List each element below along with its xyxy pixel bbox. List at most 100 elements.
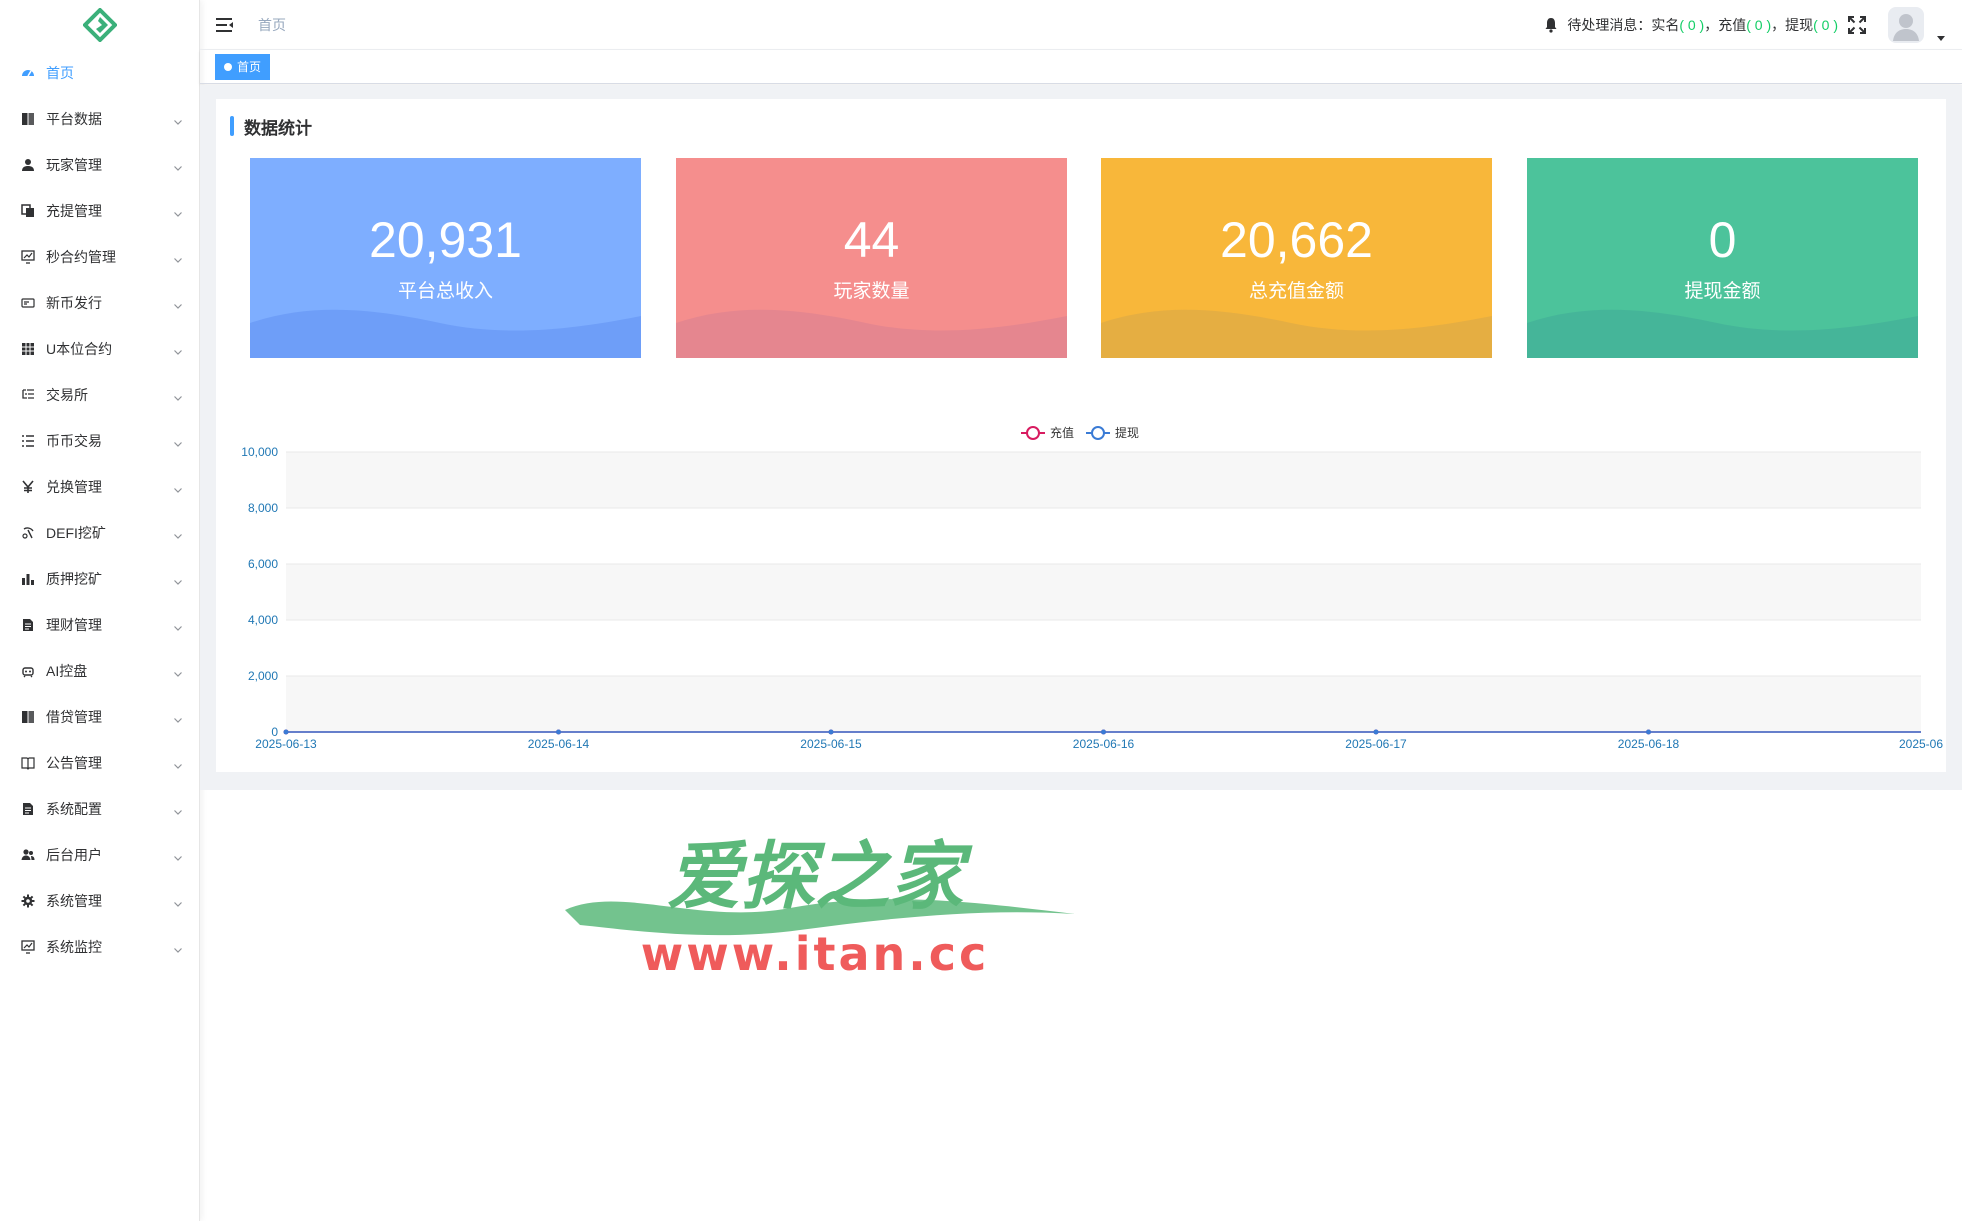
recharge-count[interactable]: ( 0 ) — [1746, 17, 1771, 33]
coin-card-icon — [20, 295, 36, 311]
wave-decoration — [1527, 309, 1918, 358]
sidebar-menu: 首页平台数据玩家管理充提管理秒合约管理新币发行 U本位合约交易所币币交易兑换管理 D… — [0, 50, 199, 970]
stat-card-revenue[interactable]: 20,931 平台总收入 — [250, 158, 641, 358]
sidebar-item-label: 系统配置 — [46, 801, 102, 817]
stat-card-players[interactable]: 44 玩家数量 — [676, 158, 1067, 358]
line-chart: 02,0004,0006,0008,00010,0002025-06-13 202… — [241, 425, 1943, 751]
pending-label: 待处理消息： — [1567, 16, 1652, 33]
withdraw-link[interactable]: 提现 — [1785, 15, 1813, 35]
sidebar-item-label: 充提管理 — [46, 203, 102, 219]
sidebar-item[interactable]: 交易所 — [0, 372, 199, 418]
sidebar-item[interactable]: 首页 — [0, 50, 199, 96]
app-logo[interactable] — [0, 0, 199, 50]
stat-label: 玩家数量 — [833, 281, 910, 302]
data-point — [1101, 729, 1106, 735]
monitor-chart-icon — [20, 249, 36, 265]
stat-value: 20,931 — [369, 212, 522, 268]
chevron-down-icon — [173, 344, 183, 355]
realname-link[interactable]: 实名 — [1651, 15, 1679, 35]
chevron-down-icon — [173, 114, 183, 125]
chevron-down-icon — [173, 758, 183, 769]
sidebar-item[interactable]: 充提管理 — [0, 188, 199, 234]
tag-home[interactable]: 首页 — [215, 53, 271, 80]
sidebar-item[interactable]: 平台数据 — [0, 96, 199, 142]
chevron-down-icon — [173, 206, 183, 217]
withdraw-count[interactable]: ( 0 ) — [1813, 17, 1838, 33]
yen-icon — [20, 479, 36, 495]
y-tick-label: 6,000 — [248, 557, 278, 571]
book-icon — [20, 111, 36, 127]
hamburger-icon[interactable] — [216, 15, 236, 35]
wave-decoration — [676, 309, 1067, 358]
x-tick-label: 2025-06 — [1899, 737, 1943, 751]
sidebar-item[interactable]: 新币发行 — [0, 280, 199, 326]
chevron-down-icon — [173, 298, 183, 309]
sidebar-item[interactable]: 兑换管理 — [0, 464, 199, 510]
sidebar-item[interactable]: 系统管理 — [0, 878, 199, 924]
data-point — [556, 729, 561, 735]
wave-decoration — [250, 309, 641, 358]
recharge-link[interactable]: 充值 — [1718, 15, 1746, 35]
sidebar-item[interactable]: 借贷管理 — [0, 694, 199, 740]
sidebar-item[interactable]: 质押挖矿 — [0, 556, 199, 602]
sidebar-item[interactable]: U本位合约 — [0, 326, 199, 372]
bell-icon[interactable] — [1543, 17, 1559, 33]
sidebar-item-label: U本位合约 — [46, 341, 113, 357]
chevron-down-icon — [173, 482, 183, 493]
document-icon — [20, 801, 36, 817]
sidebar-item[interactable]: 后台用户 — [0, 832, 199, 878]
wave-decoration — [1101, 309, 1492, 358]
sidebar-item[interactable]: 系统监控 — [0, 924, 199, 970]
sidebar-item-label: 交易所 — [46, 387, 88, 403]
sidebar: 首页平台数据玩家管理充提管理秒合约管理新币发行 U本位合约交易所币币交易兑换管理 D… — [0, 0, 200, 1221]
chevron-down-icon — [173, 436, 183, 447]
x-tick-label: 2025-06-17 — [1345, 737, 1407, 751]
sidebar-item-label: 理财管理 — [46, 617, 102, 633]
sidebar-item-label: 平台数据 — [46, 111, 102, 127]
data-point — [283, 729, 289, 735]
sidebar-item[interactable]: 理财管理 — [0, 602, 199, 648]
y-tick-label: 10,000 — [241, 445, 278, 459]
bar-chart-icon — [20, 571, 36, 587]
caret-down-icon[interactable] — [1936, 30, 1946, 41]
breadcrumb[interactable]: 首页 — [258, 15, 286, 35]
chevron-down-icon — [173, 620, 183, 631]
sidebar-item[interactable]: 公告管理 — [0, 740, 199, 786]
users-icon — [20, 847, 36, 863]
sidebar-item[interactable]: 币币交易 — [0, 418, 199, 464]
gear-icon — [20, 893, 36, 909]
x-tick-label: 2025-06-15 — [800, 737, 862, 751]
grid-band — [286, 676, 1921, 732]
sidebar-item-label: 兑换管理 — [46, 479, 102, 495]
stat-card-recharge[interactable]: 20,662 总充值金额 — [1101, 158, 1492, 358]
dashboard-icon — [20, 65, 36, 81]
monitor-chart-icon — [20, 939, 36, 955]
realname-count[interactable]: ( 0 ) — [1679, 17, 1704, 33]
stat-card-withdraw[interactable]: 0 提现金额 — [1527, 158, 1918, 358]
title-accent-bar — [230, 116, 234, 136]
chevron-down-icon — [173, 666, 183, 677]
sidebar-item[interactable]: 玩家管理 — [0, 142, 199, 188]
sidebar-item[interactable]: 系统配置 — [0, 786, 199, 832]
sidebar-item-label: 首页 — [46, 65, 74, 81]
separator: ， — [1704, 16, 1719, 33]
chevron-down-icon — [173, 252, 183, 263]
sidebar-item-label: 秒合约管理 — [46, 249, 116, 265]
sidebar-item[interactable]: AI控盘 — [0, 648, 199, 694]
chevron-down-icon — [173, 850, 183, 861]
user-icon — [20, 157, 36, 173]
sidebar-item-label: 公告管理 — [46, 755, 102, 771]
legend-label: 充值 — [1050, 425, 1074, 440]
x-tick-label: 2025-06-13 — [255, 737, 317, 751]
sidebar-item[interactable]: DEFI挖矿 — [0, 510, 199, 556]
open-book-icon — [20, 755, 36, 771]
fullscreen-icon[interactable] — [1848, 15, 1866, 34]
book-icon — [20, 709, 36, 725]
sidebar-item-label: 借贷管理 — [46, 709, 102, 725]
sidebar-item-label: 玩家管理 — [46, 157, 102, 173]
avatar[interactable] — [1888, 6, 1924, 43]
stat-label: 总充值金额 — [1248, 281, 1344, 302]
copy-icon — [20, 203, 36, 219]
tags-view: 首页 — [200, 50, 1962, 84]
sidebar-item[interactable]: 秒合约管理 — [0, 234, 199, 280]
